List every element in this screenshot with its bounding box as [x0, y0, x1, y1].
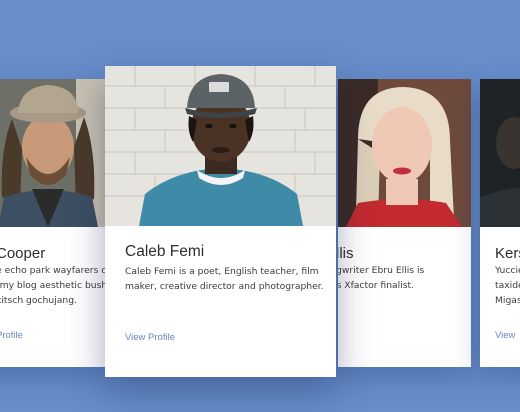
- profile-card-cooper[interactable]: Cooper e echo park wayfarers con rmy blo…: [0, 79, 106, 367]
- portrait-caleb-femi: [105, 66, 336, 226]
- bio-line: d Songwriter Ebru Ellis is: [338, 265, 425, 276]
- profile-name: Caleb Femi: [125, 243, 205, 260]
- profile-photo-ellis: [338, 79, 471, 227]
- profile-photo-kers: [480, 79, 520, 227]
- profile-name: Kers: [495, 245, 520, 262]
- profile-bio: Caleb Femi is a poet, English teacher, f…: [125, 266, 324, 292]
- view-profile-link[interactable]: View Profile: [125, 332, 175, 343]
- profile-photo-caleb-femi: [105, 66, 336, 226]
- profile-card-kers[interactable]: Kers Yuccie taxide Migas View: [480, 79, 520, 367]
- portrait-kers: [480, 79, 520, 227]
- bio-line: er 25's Xfactor finalist.: [338, 280, 415, 291]
- profile-name: Cooper: [0, 245, 46, 262]
- view-profile-link[interactable]: Profile: [0, 330, 23, 341]
- portrait-cooper: [0, 79, 106, 227]
- bio-line: kitsch gochujang.: [0, 295, 77, 306]
- bio-line: taxide: [495, 280, 520, 291]
- bio-line: Migas: [495, 295, 520, 306]
- profile-bio: e echo park wayfarers con rmy blog aesth…: [0, 263, 106, 308]
- profile-photo-cooper: [0, 79, 106, 227]
- profile-bio: d Songwriter Ebru Ellis is er 25's Xfact…: [338, 263, 471, 293]
- view-profile-link[interactable]: View: [495, 330, 515, 341]
- portrait-ellis: [338, 79, 471, 227]
- bio-line: Yuccie: [495, 265, 520, 276]
- profile-name: Ellis: [338, 245, 354, 262]
- profile-card-ellis[interactable]: Ellis d Songwriter Ebru Ellis is er 25's…: [338, 79, 471, 367]
- profile-bio: Yuccie taxide Migas: [495, 263, 520, 308]
- bio-line: e echo park wayfarers con: [0, 265, 106, 276]
- bio-line: rmy blog aesthetic bushw: [0, 280, 106, 291]
- profile-card-caleb-femi[interactable]: Caleb Femi Caleb Femi is a poet, English…: [105, 66, 336, 377]
- profile-carousel: Cooper e echo park wayfarers con rmy blo…: [0, 0, 520, 412]
